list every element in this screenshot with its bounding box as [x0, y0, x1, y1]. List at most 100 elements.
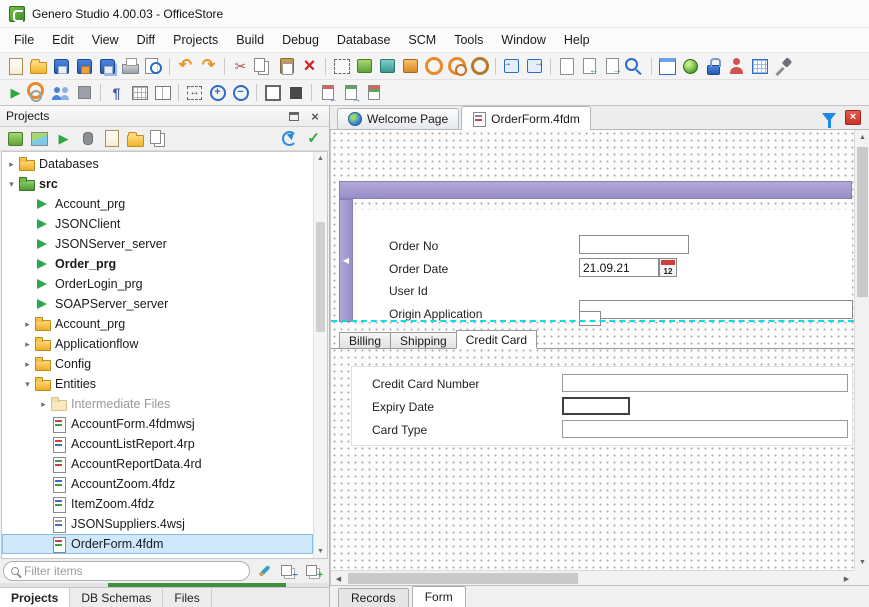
- filter-box[interactable]: [3, 561, 250, 581]
- run-icon[interactable]: [4, 82, 27, 104]
- tree-item-accountform-4fdmwsj[interactable]: AccountForm.4fdmwsj: [2, 414, 313, 434]
- copy-icon[interactable]: [252, 55, 275, 77]
- expand-arrow-icon[interactable]: ▸: [20, 319, 35, 330]
- panel-close-button[interactable]: ×: [307, 108, 323, 124]
- form-designer-canvas[interactable]: ◀ BillingShippingCredit Card Credit Card…: [330, 130, 869, 585]
- frame-icon[interactable]: [261, 82, 284, 104]
- diff-all-icon[interactable]: [362, 82, 385, 104]
- tree-hscrollbar-thumb[interactable]: [108, 583, 286, 587]
- print-icon[interactable]: [119, 55, 142, 77]
- tree-scroll-up-icon[interactable]: ▲: [314, 152, 327, 165]
- new-file-icon[interactable]: [100, 128, 123, 150]
- deploy-icon[interactable]: [399, 55, 422, 77]
- menu-scm[interactable]: SCM: [399, 29, 445, 51]
- open-icon[interactable]: [27, 55, 50, 77]
- expand-arrow-icon[interactable]: ▸: [20, 359, 35, 370]
- diff-next-icon[interactable]: [339, 82, 362, 104]
- form-field-expiry-date[interactable]: [562, 397, 630, 415]
- tree-item-jsonclient[interactable]: JSONClient: [2, 214, 313, 234]
- fit-to-width-icon[interactable]: [183, 82, 206, 104]
- highlight-matches-icon[interactable]: [253, 560, 276, 582]
- editor-tab-welcome-page[interactable]: Welcome Page: [337, 108, 459, 129]
- navigate-forward-icon[interactable]: [601, 55, 624, 77]
- form-field-order-date[interactable]: 21.09.21: [579, 258, 659, 277]
- expand-arrow-icon[interactable]: ▸: [20, 339, 35, 350]
- run-configuration-icon[interactable]: [468, 55, 491, 77]
- compile-all-icon[interactable]: [445, 55, 468, 77]
- tree-scroll-down-icon[interactable]: ▼: [314, 545, 327, 558]
- zoom-in-icon[interactable]: [206, 82, 229, 104]
- canvas-scroll-down-icon[interactable]: ▼: [855, 555, 869, 570]
- collapse-arrow-icon[interactable]: ▾: [20, 379, 35, 390]
- menu-window[interactable]: Window: [492, 29, 554, 51]
- panel-tab-files[interactable]: Files: [163, 588, 211, 607]
- canvas-scroll-up-icon[interactable]: ▲: [855, 130, 869, 145]
- menu-build[interactable]: Build: [227, 29, 273, 51]
- redo-icon[interactable]: [197, 55, 220, 77]
- cut-icon[interactable]: [229, 55, 252, 77]
- view-tab-form[interactable]: Form: [412, 586, 466, 607]
- form-field-origin-application[interactable]: [579, 311, 601, 326]
- secure-connection-icon[interactable]: [702, 55, 725, 77]
- print-preview-icon[interactable]: [142, 55, 165, 77]
- debug-project-icon[interactable]: [76, 128, 99, 150]
- tree-item-databases[interactable]: ▸Databases: [2, 154, 313, 174]
- undo-icon[interactable]: [174, 55, 197, 77]
- run-application-icon[interactable]: [679, 55, 702, 77]
- expand-arrow-icon[interactable]: ▸: [4, 159, 19, 170]
- collapse-all-icon[interactable]: [278, 560, 301, 582]
- menu-edit[interactable]: Edit: [43, 29, 83, 51]
- build-and-run-icon[interactable]: [27, 82, 50, 104]
- menu-database[interactable]: Database: [328, 29, 400, 51]
- formatting-marks-icon[interactable]: [105, 82, 128, 104]
- tree-item-account-prg[interactable]: ▸Account_prg: [2, 314, 313, 334]
- menu-view[interactable]: View: [83, 29, 128, 51]
- expand-arrow-icon[interactable]: ▸: [36, 399, 51, 410]
- insert-table-icon[interactable]: [128, 82, 151, 104]
- export-icon[interactable]: [523, 55, 546, 77]
- search-icon[interactable]: [624, 55, 647, 77]
- close-editor-button[interactable]: ×: [845, 110, 861, 125]
- tree-item-account-prg[interactable]: Account_prg: [2, 194, 313, 214]
- expand-all-icon[interactable]: [303, 560, 326, 582]
- tree-item-src[interactable]: ▾src: [2, 174, 313, 194]
- filter-input[interactable]: [24, 564, 242, 578]
- new-group-icon[interactable]: [124, 128, 147, 150]
- zoom-out-icon[interactable]: [229, 82, 252, 104]
- tree-item-accountlistreport-4rp[interactable]: AccountListReport.4rp: [2, 434, 313, 454]
- tree-item-orderlogin-prg[interactable]: OrderLogin_prg: [2, 274, 313, 294]
- menu-file[interactable]: File: [5, 29, 43, 51]
- tree-item-intermediate-files[interactable]: ▸Intermediate Files: [2, 394, 313, 414]
- menu-debug[interactable]: Debug: [273, 29, 328, 51]
- refresh-project-icon[interactable]: [278, 128, 301, 150]
- save-as-icon[interactable]: [73, 55, 96, 77]
- collapse-arrow-icon[interactable]: ▾: [4, 179, 19, 190]
- new-icon[interactable]: [4, 55, 27, 77]
- canvas-vertical-scrollbar[interactable]: ▲ ▼: [854, 130, 869, 570]
- form-tab-billing[interactable]: Billing: [339, 332, 391, 349]
- panel-tab-db-schemas[interactable]: DB Schemas: [70, 588, 163, 607]
- compile-icon[interactable]: [422, 55, 445, 77]
- form-field-order-no[interactable]: [579, 235, 689, 254]
- form-field-user-id[interactable]: [579, 300, 853, 319]
- stop-icon[interactable]: [73, 82, 96, 104]
- collapse-left-icon[interactable]: ◀: [343, 256, 349, 265]
- tree-item-accountzoom-4fdz[interactable]: AccountZoom.4fdz: [2, 474, 313, 494]
- tree-item-itemzoom-4fdz[interactable]: ItemZoom.4fdz: [2, 494, 313, 514]
- preview-form-icon[interactable]: [28, 128, 51, 150]
- canvas-vscrollbar-thumb[interactable]: [857, 147, 868, 297]
- date-picker-icon[interactable]: 12: [659, 258, 677, 277]
- layout-icon[interactable]: [151, 82, 174, 104]
- menu-help[interactable]: Help: [555, 29, 599, 51]
- profiles-icon[interactable]: [50, 82, 73, 104]
- duplicate-node-icon[interactable]: [148, 128, 171, 150]
- tree-item-order-prg[interactable]: Order_prg: [2, 254, 313, 274]
- tree-item-orderform-4fdm[interactable]: OrderForm.4fdm: [2, 534, 313, 554]
- clean-icon[interactable]: [555, 55, 578, 77]
- save-icon[interactable]: [50, 55, 73, 77]
- filter-funnel-button[interactable]: [822, 113, 836, 122]
- view-tab-records[interactable]: Records: [338, 588, 409, 607]
- debug-user-icon[interactable]: [725, 55, 748, 77]
- tree-scrollbar[interactable]: ▲ ▼: [313, 152, 327, 558]
- build-all-icon[interactable]: [376, 55, 399, 77]
